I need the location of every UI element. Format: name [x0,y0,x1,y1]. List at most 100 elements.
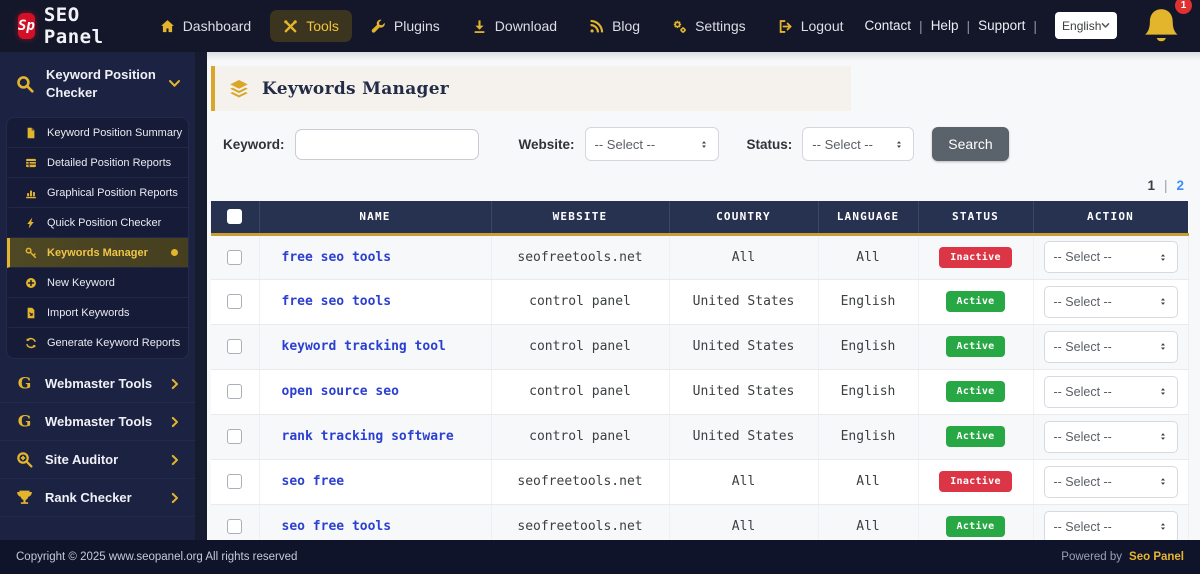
nav-item-icon [160,19,175,34]
sidebar-section-item[interactable]: Site Auditor [0,441,195,480]
nav-menu-item[interactable]: Download [459,10,570,42]
sidebar-item[interactable]: Import Keywords [7,298,188,329]
language-cell: English [818,279,919,325]
sidebar-item[interactable]: Keywords Manager [7,238,188,269]
language-select[interactable]: English [1055,12,1118,40]
sidebar-item[interactable]: Quick Position Checker [7,208,188,239]
row-checkbox[interactable] [227,339,243,354]
status-badge: Active [945,336,1006,357]
keyword-link[interactable]: open source seo [282,384,399,399]
action-select[interactable]: -- Select -- [1043,375,1178,408]
nav-item-label: Tools [306,18,339,34]
sidebar-item[interactable]: Detailed Position Reports [7,148,188,179]
row-checkbox[interactable] [227,519,243,534]
row-checkbox[interactable] [227,384,243,399]
top-link[interactable]: Help [923,18,967,33]
country-cell: United States [669,369,819,415]
sidebar-item-icon [25,157,37,169]
sidebar-section-label: Webmaster Tools [45,376,153,392]
keyword-link[interactable]: keyword tracking tool [282,339,446,354]
nav-item-icon [371,19,386,34]
website-cell: seofreetools.net [491,459,670,505]
keyword-link[interactable]: free seo tools [282,250,392,265]
sidebar: Keyword Position Checker Keyword Positio… [0,52,195,540]
select-all-checkbox[interactable] [227,209,243,225]
notifications-button[interactable]: 1 [1141,0,1192,47]
website-cell: control panel [491,369,670,415]
nav-menu-item[interactable]: Logout [765,10,857,42]
nav-menu-item[interactable]: Dashboard [147,10,265,42]
sidebar-item[interactable]: New Keyword [7,268,188,299]
website-cell: seofreetools.net [491,234,670,280]
action-select-value: -- Select -- [1053,294,1112,309]
keyword-link[interactable]: rank tracking software [282,429,454,444]
nav-menu-item[interactable]: Plugins [358,10,453,42]
sidebar-item[interactable]: Graphical Position Reports [7,178,188,209]
action-select[interactable]: -- Select -- [1043,420,1178,453]
keyword-link[interactable]: seo free [282,474,345,489]
updown-arrows-icon [699,138,709,151]
top-link[interactable]: Support [970,18,1033,33]
row-checkbox[interactable] [227,249,243,265]
nav-menu-item[interactable]: Blog [576,10,653,42]
sidebar-section-label: Rank Checker [45,490,132,506]
status-select[interactable]: -- Select -- [802,127,915,161]
nav-item-label: Settings [695,18,746,34]
action-select-value: -- Select -- [1053,429,1112,444]
chevron-right-icon [169,378,181,390]
row-checkbox[interactable] [227,429,243,444]
status-badge: Active [945,426,1006,447]
sidebar-section-item[interactable]: G Webmaster Tools [0,403,195,442]
brand-link[interactable]: Sp SEO Panel [18,4,113,48]
nav-item-label: Logout [800,18,844,34]
nav-menu-item[interactable]: Tools [270,10,352,42]
action-select-value: -- Select -- [1053,384,1112,399]
nav-menu-item[interactable]: Settings [659,10,759,42]
row-checkbox[interactable] [227,474,243,489]
table-row: rank tracking software control panel Uni… [211,414,1189,460]
action-select[interactable]: -- Select -- [1043,285,1178,318]
sidebar-item[interactable]: Keyword Position Summary [7,118,188,149]
filter-bar: Keyword: Website: -- Select -- Status: -… [223,127,1200,161]
country-cell: United States [669,279,819,325]
search-button[interactable]: Search [932,127,1009,161]
updown-arrows-icon [1158,340,1168,353]
sidebar-item-icon [25,277,37,289]
sidebar-section-keyword-position-checker[interactable]: Keyword Position Checker [0,52,195,117]
chevron-right-icon [169,416,181,428]
keyword-input[interactable] [294,128,479,160]
sidebar-section-item[interactable]: G Webmaster Tools [0,365,195,404]
updown-arrows-icon [1158,251,1168,264]
sidebar-section-icon [16,489,33,506]
sidebar-section-item[interactable]: Rank Checker [0,479,195,518]
sidebar-section-icon: G [16,375,33,392]
sidebar-item-icon [25,127,37,139]
country-cell: All [669,459,819,505]
nav-item-label: Download [494,18,558,34]
chevron-right-icon [169,454,181,466]
website-select[interactable]: -- Select -- [584,127,719,161]
page-title: Keywords Manager [262,78,450,99]
pagination-page-link[interactable]: 2 [1176,178,1184,193]
sidebar-collapsed-sections: G Webmaster Tools G Webmaster Tools Site… [0,365,195,518]
status-badge: Active [945,516,1006,537]
action-select[interactable]: -- Select -- [1043,330,1178,363]
action-select[interactable]: -- Select -- [1043,241,1178,273]
sidebar-item[interactable]: Generate Keyword Reports [7,328,188,358]
top-link[interactable]: Contact [857,18,920,33]
updown-arrows-icon [1158,295,1168,308]
keyword-link[interactable]: seo free tools [282,519,392,534]
sidebar-item-label: Detailed Position Reports [47,156,172,169]
updown-arrows-icon [1158,430,1168,443]
footer-brand-link[interactable]: Seo Panel [1129,551,1184,563]
action-select[interactable]: -- Select -- [1043,510,1178,543]
action-select[interactable]: -- Select -- [1043,465,1178,498]
updown-arrows-icon [1158,385,1168,398]
sidebar-item-icon [25,307,37,319]
navbar-right: Contact | Help | Support | English 1 [857,0,1192,47]
keyword-link[interactable]: free seo tools [282,294,392,309]
table-row: free seo tools control panel United Stat… [211,279,1189,325]
sidebar-item-icon [25,247,37,259]
row-checkbox[interactable] [227,294,243,309]
sidebar-item-icon [25,187,37,199]
